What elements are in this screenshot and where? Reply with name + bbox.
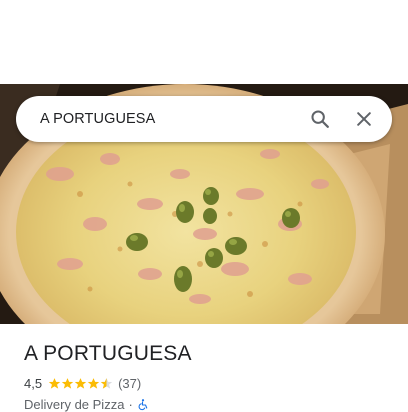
- wheelchair-icon: [138, 399, 148, 411]
- separator-dot: ·: [128, 397, 133, 412]
- top-blank-area: [0, 0, 408, 84]
- review-count[interactable]: (37): [118, 376, 141, 391]
- close-icon: [357, 112, 371, 126]
- star-icon: [61, 378, 74, 389]
- star-icon: [87, 378, 100, 389]
- search-icon: [311, 110, 329, 128]
- search-button[interactable]: [300, 99, 340, 139]
- category-label: Delivery de Pizza: [24, 397, 125, 412]
- rating-value: 4,5: [24, 376, 43, 391]
- place-info-panel: A PORTUGUESA 4,5 (37) Delivery de Pizza …: [0, 324, 408, 412]
- rating-stars: [48, 377, 113, 390]
- category-row: Delivery de Pizza ·: [24, 397, 149, 412]
- rating-row[interactable]: 4,5 (37): [24, 376, 141, 391]
- place-title: A PORTUGUESA: [24, 342, 192, 365]
- star-icon: [48, 378, 61, 389]
- star-half-icon: [100, 378, 113, 389]
- star-icon: [74, 378, 87, 389]
- close-button[interactable]: [344, 99, 384, 139]
- search-bar[interactable]: A PORTUGUESA: [16, 96, 392, 142]
- search-input[interactable]: A PORTUGUESA: [40, 111, 300, 127]
